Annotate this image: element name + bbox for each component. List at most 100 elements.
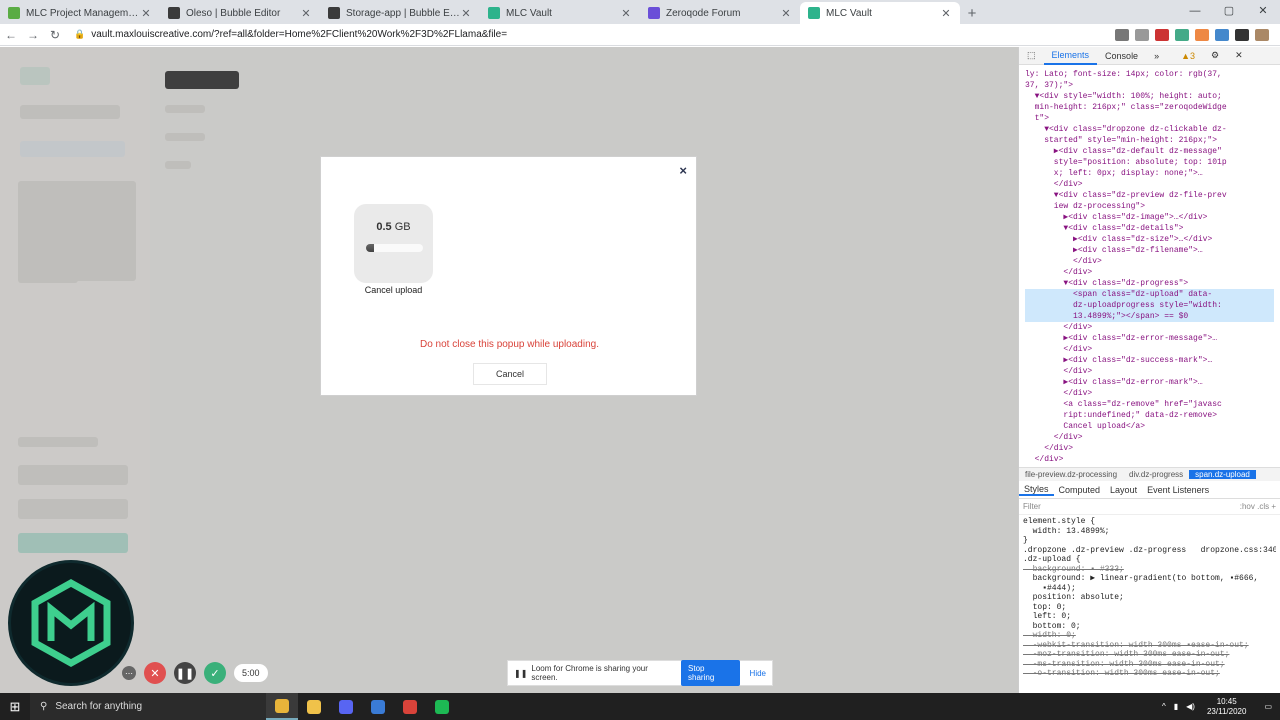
notifications-icon[interactable]: ▭ [1264,702,1272,711]
dom-line[interactable]: ▶<div class="dz-size">…</div> [1025,234,1274,245]
dom-line[interactable]: </div> [1025,366,1274,377]
css-line[interactable]: background: ▪ #333; [1023,565,1276,575]
dom-line[interactable]: <span class="dz-upload" data- [1025,289,1274,300]
extension-icon[interactable] [1175,28,1189,41]
extension-icon[interactable] [1155,28,1169,41]
dom-line[interactable]: </div> [1025,267,1274,278]
tab-console[interactable]: Console [1097,51,1146,61]
dom-line[interactable]: ▼<div class="dz-details"> [1025,223,1274,234]
css-line[interactable]: bottom: 0; [1023,622,1276,632]
taskbar-app-chrome[interactable] [266,693,298,720]
css-line[interactable]: background: ▶ linear-gradient(to bottom,… [1023,574,1276,584]
loom-camera-bubble[interactable] [8,560,134,686]
chevron-up-icon[interactable]: ^ [1162,702,1166,711]
star-icon[interactable] [1135,28,1149,41]
taskbar-app-blender[interactable] [362,693,394,720]
close-icon[interactable]: × [679,163,687,178]
puzzle-icon[interactable] [1235,28,1249,41]
lock-icon[interactable]: 🔒 [74,29,85,40]
css-line[interactable]: .dz-upload { [1023,555,1276,565]
windows-start-icon[interactable]: ⊞ [0,699,30,715]
close-tab-icon[interactable]: ✕ [460,7,472,20]
taskbar-search[interactable]: ⚲ Search for anything [30,693,266,720]
pause-icon[interactable]: ❚❚ [174,662,196,684]
close-tab-icon[interactable]: ✕ [940,7,952,20]
stop-sharing-button[interactable]: Stop sharing [681,660,740,686]
extension-icon[interactable] [1195,28,1209,41]
warning-badge[interactable]: ▲3 [1173,51,1203,61]
dom-line[interactable]: </div> [1025,432,1274,443]
dom-line[interactable]: <a class="dz-remove" href="javasc [1025,399,1274,410]
css-line[interactable]: element.style { [1023,517,1276,527]
dom-tree[interactable]: ly: Lato; font-size: 14px; color: rgb(37… [1019,65,1280,467]
cancel-upload-link[interactable]: Cancel upload [343,285,444,295]
css-line[interactable]: ▪#444); [1023,584,1276,594]
close-window-icon[interactable]: ✕ [1246,0,1280,24]
dom-line[interactable]: ▶<div class="dz-success-mark">… [1025,355,1274,366]
breadcrumb-item[interactable]: div.dz-progress [1123,470,1189,479]
dom-line[interactable]: 37, 37);"> [1025,80,1274,91]
dom-line[interactable]: min-height: 216px;" class="zeroqodeWidge [1025,102,1274,113]
close-tab-icon[interactable]: ✕ [620,7,632,20]
new-tab-button[interactable]: + [960,2,984,24]
inspect-icon[interactable]: ⬚ [1019,50,1044,61]
dom-line[interactable]: ▼<div class="dropzone dz-clickable dz- [1025,124,1274,135]
discard-icon[interactable]: ✕ [144,662,166,684]
browser-tab[interactable]: MLC Project Management | Trello✕ [0,2,160,24]
url-field[interactable]: 🔒 vault.maxlouiscreative.com/?ref=all&fo… [74,26,1112,44]
dom-line[interactable]: ▼<div style="width: 100%; height: auto; [1025,91,1274,102]
clock[interactable]: 10:45 23/11/2020 [1207,697,1246,717]
network-icon[interactable]: ▮ [1174,702,1178,711]
dom-line[interactable]: dz-uploadprogress style="width: [1025,300,1274,311]
css-line[interactable]: -webkit-transition: width 300ms ▪ease-in… [1023,641,1276,651]
dom-line[interactable]: </div> [1025,256,1274,267]
dom-line[interactable]: t"> [1025,113,1274,124]
css-line[interactable]: left: 0; [1023,612,1276,622]
close-devtools-icon[interactable]: ✕ [1227,50,1251,61]
avatar[interactable] [1255,28,1269,41]
dom-line[interactable]: ▶<div class="dz-error-mark">… [1025,377,1274,388]
breadcrumb-item[interactable]: file-preview.dz-processing [1019,470,1123,479]
browser-tab[interactable]: Storage-app | Bubble Editor ✕ [320,2,480,24]
css-line[interactable]: .dropzone .dz-preview .dz-progress dropz… [1023,546,1276,556]
hide-button[interactable]: Hide [750,669,766,678]
dom-line[interactable]: style="position: absolute; top: 101p [1025,157,1274,168]
dom-line[interactable]: ly: Lato; font-size: 14px; color: rgb(37… [1025,69,1274,80]
browser-tab[interactable]: MLC Vault ✕ [480,2,640,24]
dom-line[interactable]: </div> [1025,454,1274,465]
dom-line[interactable]: Cancel upload</a> [1025,421,1274,432]
css-line[interactable]: top: 0; [1023,603,1276,613]
breadcrumb-item[interactable]: span.dz-upload [1189,470,1256,479]
css-line[interactable]: } [1023,536,1276,546]
back-icon[interactable]: ← [0,28,22,42]
close-tab-icon[interactable]: ✕ [780,7,792,20]
browser-tab[interactable]: Zeroqode Forum ✕ [640,2,800,24]
dom-line[interactable]: ▼<div class="dz-preview dz-file-prev [1025,190,1274,201]
css-line[interactable]: -o-transition: width 300ms ease-in-out; [1023,669,1276,679]
extension-icon[interactable] [1215,28,1229,41]
css-line[interactable]: width: 0; [1023,631,1276,641]
forward-icon[interactable]: → [22,28,44,42]
dom-line[interactable]: x; left: 0px; display: none;">… [1025,168,1274,179]
dom-line[interactable]: </div> [1025,179,1274,190]
taskbar-app-gmail[interactable] [394,693,426,720]
dom-line[interactable]: ▶<div class="dz-default dz-message" [1025,146,1274,157]
taskbar-app-spotify[interactable] [426,693,458,720]
settings-icon[interactable]: ⚙ [1203,50,1227,61]
tab-elements[interactable]: Elements [1043,47,1098,65]
close-tab-icon[interactable]: ✕ [140,7,152,20]
tab-event-listeners[interactable]: Event Listeners [1142,485,1214,495]
dom-line[interactable]: ▶<div class="dz-filename">… [1025,245,1274,256]
browser-tab[interactable]: MLC Vault ✕ [800,2,960,24]
css-line[interactable]: -moz-transition: width 300ms ease-in-out… [1023,650,1276,660]
tab-styles[interactable]: Styles [1019,484,1054,496]
close-tab-icon[interactable]: ✕ [300,7,312,20]
dom-line[interactable]: ▶<div class="dz-image">…</div> [1025,212,1274,223]
tab-layout[interactable]: Layout [1105,485,1142,495]
taskbar-app-discord[interactable] [330,693,362,720]
dom-line[interactable]: ▼<div class="dz-progress"> [1025,278,1274,289]
dom-line[interactable]: </div> [1025,388,1274,399]
dom-line[interactable]: iew dz-processing"> [1025,201,1274,212]
dom-line[interactable]: ript:undefined;" data-dz-remove> [1025,410,1274,421]
more-tabs-icon[interactable]: » [1146,51,1167,61]
